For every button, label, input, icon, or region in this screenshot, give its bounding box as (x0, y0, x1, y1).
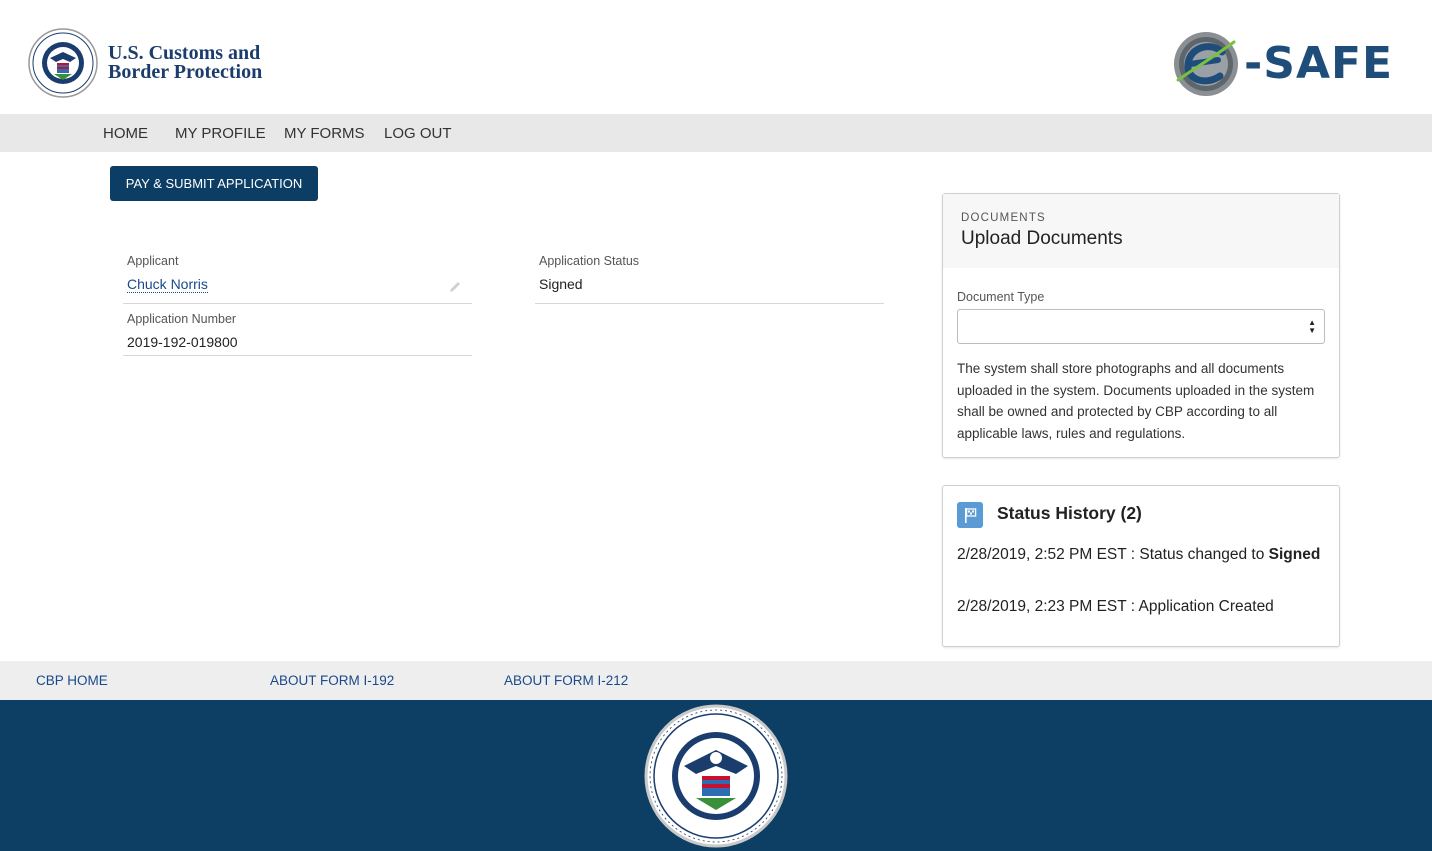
application-status-field: Application Status Signed (535, 250, 884, 304)
applicant-field: Applicant Chuck Norris (123, 250, 472, 304)
esafe-swoosh-icon (1174, 32, 1238, 96)
nav-item-my-forms[interactable]: MY FORMS (284, 125, 365, 142)
documents-card-header: DOCUMENTS Upload Documents (943, 194, 1339, 268)
document-type-label: Document Type (957, 290, 1045, 304)
footer-link-cbp-home[interactable]: CBP HOME (36, 673, 108, 688)
status-history-title: Status History (2) (997, 503, 1142, 523)
status-entry: 2/28/2019, 2:23 PM EST : Application Cre… (957, 598, 1274, 616)
site-header: U.S. Customs and Border Protection -SAFE (0, 0, 1432, 114)
status-entry: 2/28/2019, 2:52 PM EST : Status changed … (957, 546, 1320, 564)
pay-submit-button[interactable]: PAY & SUBMIT APPLICATION (110, 166, 318, 201)
nav-item-my-profile[interactable]: MY PROFILE (175, 125, 266, 142)
footer-link-about-i192[interactable]: ABOUT FORM I-192 (270, 673, 394, 688)
application-number-label: Application Number (127, 312, 237, 326)
documents-eyebrow: DOCUMENTS (961, 212, 1046, 224)
documents-note: The system shall store photographs and a… (957, 361, 1315, 442)
application-status-value: Signed (539, 276, 583, 292)
dhs-seal-icon (28, 28, 98, 98)
pencil-icon[interactable] (448, 280, 462, 294)
application-status-label: Application Status (539, 254, 640, 268)
agency-name: U.S. Customs and Border Protection (108, 43, 263, 83)
main-nav: HOME MY PROFILE MY FORMS LOG OUT (0, 114, 1432, 152)
status-entry-emphasis: Signed (1268, 546, 1321, 563)
document-type-select[interactable]: ▲ ▼ (957, 309, 1325, 344)
application-number-value: 2019-192-019800 (127, 334, 238, 350)
footer-links-bar: CBP HOME ABOUT FORM I-192 ABOUT FORM I-2… (0, 661, 1432, 700)
status-entry-text: 2/28/2019, 2:23 PM EST : Application Cre… (957, 598, 1274, 615)
applicant-link[interactable]: Chuck Norris (127, 276, 208, 293)
flag-icon (957, 502, 983, 528)
documents-title: Upload Documents (961, 228, 1123, 249)
brand-word: -SAFE (1244, 38, 1394, 89)
agency-name-line2: Border Protection (108, 61, 263, 83)
status-entry-text: 2/28/2019, 2:52 PM EST : Status changed … (957, 546, 1269, 563)
nav-item-log-out[interactable]: LOG OUT (384, 125, 452, 142)
application-number-field: Application Number 2019-192-019800 (123, 308, 472, 356)
dhs-seal-icon (644, 704, 788, 848)
cbp-logo[interactable]: U.S. Customs and Border Protection (28, 28, 262, 98)
applicant-label: Applicant (127, 254, 179, 268)
sort-arrows-icon: ▲ ▼ (1308, 318, 1316, 335)
footer-link-about-i212[interactable]: ABOUT FORM I-212 (504, 673, 628, 688)
documents-card: DOCUMENTS Upload Documents Document Type… (942, 193, 1340, 458)
status-history-card: Status History (2) 2/28/2019, 2:52 PM ES… (942, 485, 1340, 647)
esafe-logo[interactable]: -SAFE (1172, 30, 1393, 98)
nav-item-home[interactable]: HOME (103, 125, 148, 142)
